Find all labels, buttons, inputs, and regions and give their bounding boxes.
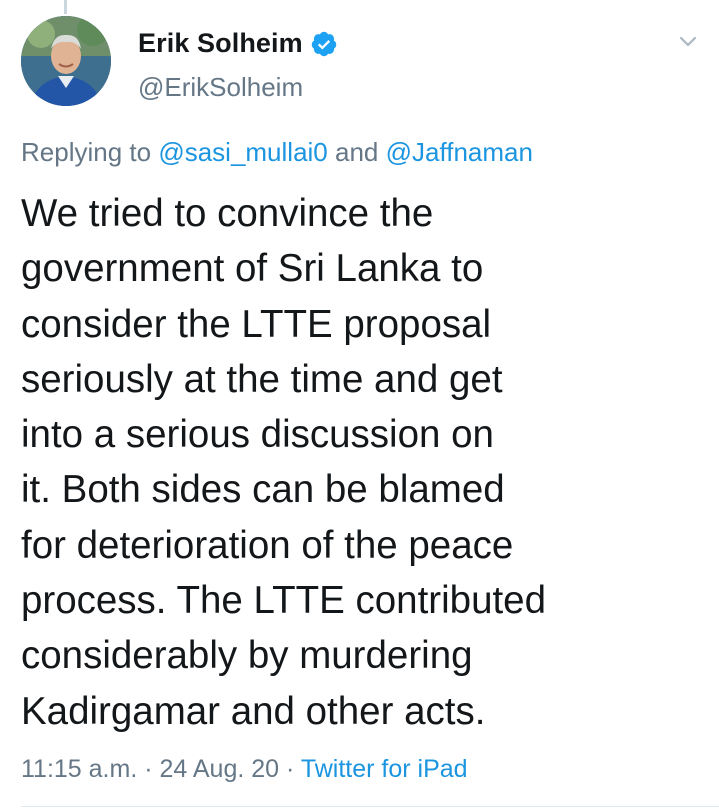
tweet-text-line: government of Sri Lanka to xyxy=(21,247,484,291)
divider xyxy=(21,806,719,807)
tweet-text-line: it. Both sides can be blamed xyxy=(21,468,505,512)
tweet-text-line: into a serious discussion on xyxy=(21,413,494,457)
tweet-text-line: consider the LTTE proposal xyxy=(21,302,492,346)
chevron-down-icon[interactable] xyxy=(678,34,698,50)
tweet-source-link[interactable]: Twitter for iPad xyxy=(301,755,468,783)
verified-badge-icon xyxy=(310,30,338,58)
display-name[interactable]: Erik Solheim xyxy=(138,28,303,59)
tweet-text-line: We tried to convince the xyxy=(21,192,434,235)
reply-user-link[interactable]: @sasi_mullai0 xyxy=(158,137,327,167)
tweet-text: We tried to convince the government of S… xyxy=(21,186,701,739)
reply-user-link[interactable]: @Jaffnaman xyxy=(386,137,533,167)
tweet-text-line: Kadirgamar and other acts. xyxy=(21,689,486,733)
tweet-date[interactable]: 24 Aug. 20 xyxy=(160,755,280,783)
tweet-text-line: considerably by murdering xyxy=(21,634,473,678)
meta-separator: · xyxy=(137,755,160,783)
tweet-text-line: seriously at the time and get xyxy=(21,357,503,401)
replying-to-line: Replying to @sasi_mullai0 and @Jaffnaman xyxy=(21,137,533,168)
profile-photo xyxy=(21,16,111,106)
avatar[interactable] xyxy=(21,16,111,106)
thread-connector-line xyxy=(64,0,67,14)
tweet-time[interactable]: 11:15 a.m. xyxy=(21,755,137,783)
meta-separator: · xyxy=(279,755,301,783)
tweet-text-line: process. The LTTE contributed xyxy=(21,579,546,623)
replying-to-label: Replying to xyxy=(21,137,159,167)
tweet-metadata: 11:15 a.m. · 24 Aug. 20 · Twitter for iP… xyxy=(21,755,468,784)
tweet-text-line: for deterioration of the peace xyxy=(21,523,514,567)
author-name-row: Erik Solheim xyxy=(138,28,338,59)
reply-joiner: and xyxy=(327,137,386,167)
user-handle[interactable]: @ErikSolheim xyxy=(138,72,303,103)
